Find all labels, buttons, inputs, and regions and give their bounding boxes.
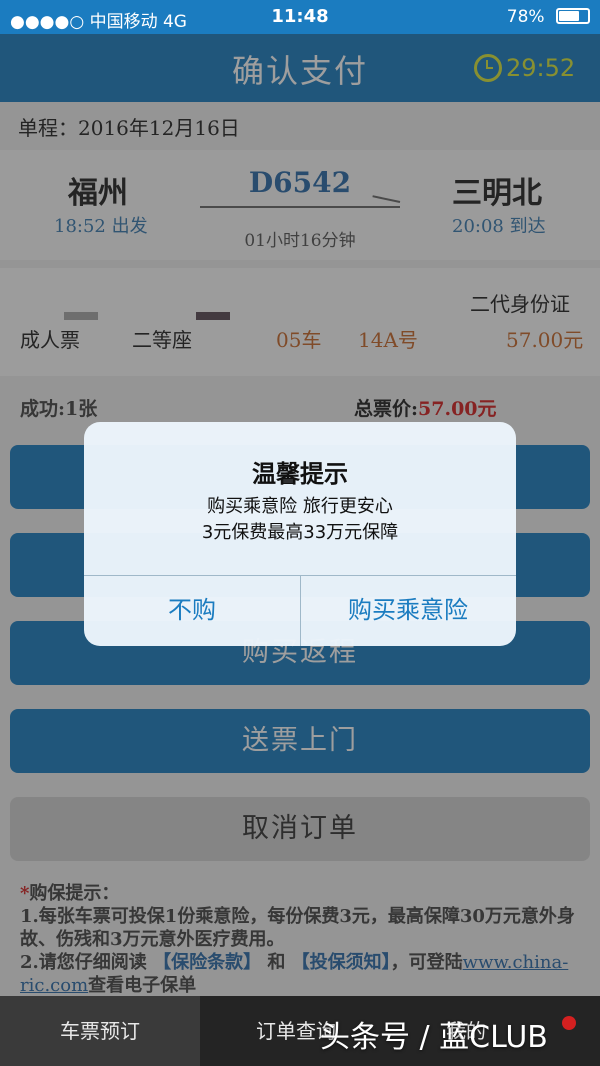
dialog-message-2: 3元保费最高33万元保障 <box>201 522 399 543</box>
status-bar: ●●●●○ 中国移动 4G 11:48 78% <box>0 0 600 34</box>
decline-insurance-button[interactable]: 不购 <box>84 575 300 646</box>
battery-icon <box>556 8 590 24</box>
dialog-message-1: 购买乘意险 旅行更安心 <box>207 496 393 517</box>
buy-insurance-button[interactable]: 购买乘意险 <box>300 575 516 646</box>
tab-booking[interactable]: 车票预订 <box>0 996 200 1066</box>
notification-badge <box>562 1016 576 1030</box>
battery-percent: 78% <box>506 7 545 27</box>
watermark-text: 头条号 / 蓝CLUB <box>320 1020 548 1055</box>
dialog-title: 温馨提示 <box>252 460 348 488</box>
battery-status: 78% <box>507 7 590 27</box>
battery-fill <box>559 11 579 21</box>
insurance-dialog: 温馨提示 购买乘意险 旅行更安心 3元保费最高33万元保障 不购 购买乘意险 <box>84 422 516 646</box>
